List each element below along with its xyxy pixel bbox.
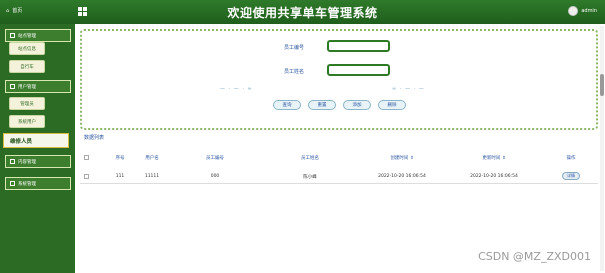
reset-button[interactable]: 重置 <box>308 100 336 110</box>
decorative-divider-icon: — · — · ≈ <box>220 86 253 92</box>
sidebar-group-system[interactable]: 系统管理 <box>5 177 71 190</box>
search-button[interactable]: 查询 <box>273 100 301 110</box>
detail-button[interactable]: 详情 <box>562 172 580 180</box>
scrollbar-track[interactable] <box>600 26 604 271</box>
top-bar: ⌂ 首页 欢迎使用共享单车管理系统 admin <box>0 0 605 24</box>
sidebar-group-label: 系统管理 <box>18 181 36 187</box>
sidebar-group-label: 站点管理 <box>18 33 36 39</box>
avatar <box>568 6 579 16</box>
sidebar-item-admins[interactable]: 管理员 <box>9 97 45 110</box>
scrollbar-thumb[interactable] <box>600 74 604 96</box>
sidebar-item-bikes[interactable]: 自行车 <box>9 60 45 73</box>
column-header: 操作 <box>566 156 576 161</box>
user-icon <box>10 84 15 89</box>
decorative-divider-icon: ≈ · — · — <box>392 86 425 92</box>
watermark: CSDN @MZ_ZXD001 <box>478 250 591 263</box>
sidebar-group-users[interactable]: 用户管理 <box>5 80 71 93</box>
cell-employee-no: 000 <box>210 174 220 179</box>
table-header: 序号 用户名 员工编号 员工姓名 创建时间 ⇕ 更新时间 ⇕ 操作 <box>80 151 598 165</box>
settings-icon <box>10 181 15 186</box>
sidebar-item-sites[interactable]: 站点信息 <box>9 42 45 55</box>
add-button[interactable]: 添加 <box>343 100 371 110</box>
sidebar-group-label: 内容管理 <box>18 159 36 165</box>
table-row: 111 11111 000 陈小峰 2022-10-20 16:06:54 20… <box>80 170 598 184</box>
column-header[interactable]: 序号 <box>108 155 132 161</box>
row-checkbox[interactable] <box>84 174 89 179</box>
cell-username: 11111 <box>144 174 160 179</box>
cell-updated: 2022-10-20 16:06:54 <box>470 174 518 179</box>
user-menu[interactable]: admin <box>568 6 597 16</box>
sidebar-item-system-users[interactable]: 系统用户 <box>9 115 45 128</box>
document-icon <box>10 159 15 164</box>
cell-index: 111 <box>115 174 125 179</box>
sidebar-group-content[interactable]: 内容管理 <box>5 155 71 168</box>
column-header[interactable]: 员工姓名 <box>295 155 325 161</box>
folder-icon <box>10 33 15 38</box>
column-header[interactable]: 员工编号 <box>200 155 230 161</box>
sidebar-group-sites[interactable]: 站点管理 <box>5 29 71 42</box>
cell-employee-name: 陈小峰 <box>303 175 317 180</box>
page-title: 欢迎使用共享单车管理系统 <box>227 6 378 20</box>
employee-name-label: 员工姓名 <box>283 69 304 75</box>
column-header[interactable]: 用户名 <box>140 155 164 161</box>
column-header[interactable]: 更新时间 ⇕ <box>472 155 516 161</box>
employee-no-input[interactable] <box>327 40 390 52</box>
sidebar-item-repair-staff[interactable]: 维修人员 <box>3 133 69 148</box>
select-all-checkbox[interactable] <box>84 155 89 160</box>
sidebar-group-label: 用户管理 <box>18 84 36 90</box>
column-header[interactable]: 创建时间 ⇕ <box>380 155 424 161</box>
employee-no-label: 员工编号 <box>283 45 304 51</box>
username: admin <box>581 8 597 14</box>
sidebar-item-label: 维修人员 <box>10 138 33 145</box>
delete-button[interactable]: 删除 <box>378 100 406 110</box>
cell-created: 2022-10-20 16:06:54 <box>378 174 426 179</box>
list-title: 数据列表 <box>84 135 105 141</box>
employee-name-input[interactable] <box>327 64 390 76</box>
